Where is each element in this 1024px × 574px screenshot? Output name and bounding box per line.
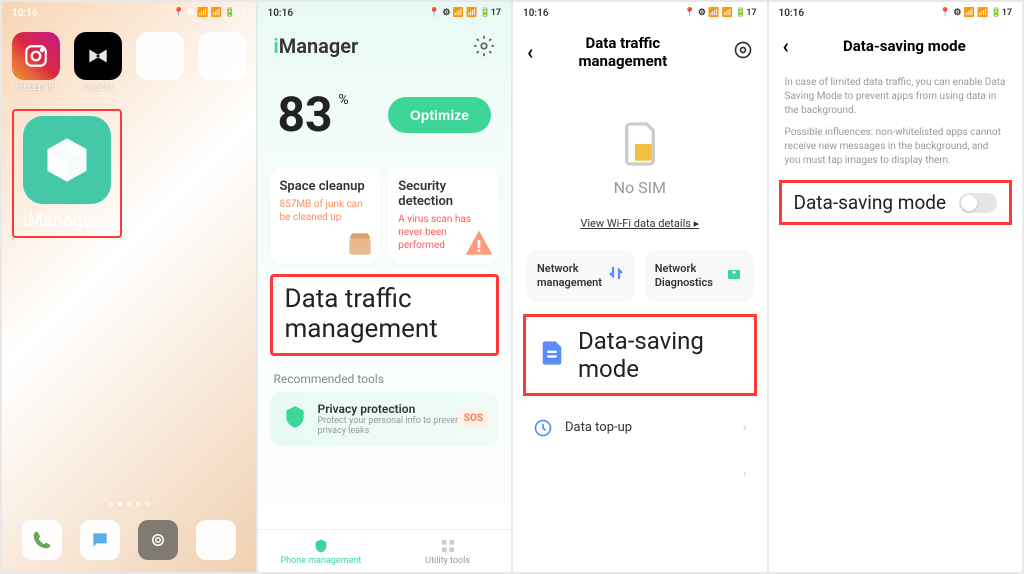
page-title: Data traffic management [545,34,720,70]
app-header: iManager [258,24,512,74]
info-text-2: Possible influences: non-whitelisted app… [769,126,1023,176]
back-icon[interactable]: ‹ [527,40,533,64]
space-cleanup-card[interactable]: Space cleanup 857MB of junk can be clean… [270,167,381,264]
status-indicators: 📍 ⚙ 📶 📶 🔋17 [429,8,501,18]
sos-badge: SOS [458,409,489,428]
card-sub: 857MB of junk can be cleaned up [280,198,371,224]
status-bar: 10:16 📍 ⚙ 📶 📶 🔋17 [258,2,512,24]
tab-utility-tools[interactable]: Utility tools [384,530,511,572]
app-blank-1[interactable] [136,32,184,93]
card-title: Security detection [398,179,489,209]
cards-row: Space cleanup 857MB of junk can be clean… [258,167,512,264]
status-indicators: 📍 ⚙ 📶 📶 🔋17 [684,8,756,18]
dock-messages[interactable] [80,520,120,560]
diagnostics-icon [725,264,743,282]
bottom-tabs: Phone management Utility tools [258,529,512,572]
toggle-label: Data-saving mode [794,191,947,214]
data-saving-toggle-highlight: Data-saving mode [779,180,1013,225]
network-management-card[interactable]: Network management [527,250,635,302]
capcut-label: CapCut [74,83,122,93]
capcut-icon [74,32,122,80]
page-header: ‹ Data traffic management [513,24,767,80]
status-indicators: 📍 ⚙ 📶 📶 🔋17 [173,8,245,18]
imanager-highlight: iManager [12,109,122,238]
data-saving-mode-screen: 10:16 📍 ⚙ 📶 📶 🔋17 ‹ Data-saving mode In … [769,2,1023,572]
data-topup-row[interactable]: Data top-up › [513,404,767,452]
instagram-icon [12,32,60,80]
data-traffic-screen: 10:16 📍 ⚙ 📶 📶 🔋17 ‹ Data traffic managem… [513,2,767,572]
blank-icon [136,32,184,80]
page-indicator [109,502,149,506]
data-traffic-highlight[interactable]: Data traffic management [270,274,500,356]
settings-icon[interactable] [733,40,753,64]
optimize-button[interactable]: Optimize [388,97,491,133]
home-screen: 10:16 📍 ⚙ 📶 📶 🔋17 Instagram CapCut iMana… [2,2,256,572]
status-time: 10:16 [268,8,294,19]
blank-row[interactable]: › [513,452,767,495]
network-diagnostics-card[interactable]: Network Diagnostics [645,250,753,302]
status-time: 10:16 [779,8,805,19]
sim-status: No SIM [513,80,767,209]
wifi-details-link[interactable]: View Wi-Fi data details ▸ [513,209,767,250]
app-capcut[interactable]: CapCut [74,32,122,93]
topup-icon [533,418,553,438]
imanager-icon [23,116,111,204]
app-imanager[interactable]: iManager [19,116,115,231]
back-icon[interactable]: ‹ [783,34,789,58]
app-title: iManager [274,34,359,58]
dock-phone[interactable] [22,520,62,560]
privacy-card[interactable]: Privacy protection Protect your personal… [270,392,500,446]
info-text-1: In case of limited data traffic, you can… [769,68,1023,126]
instagram-label: Instagram [12,83,60,93]
card-title: Space cleanup [280,179,371,194]
arrows-icon [607,264,625,282]
status-indicators: 📍 ⚙ 📶 📶 🔋17 [940,8,1012,18]
app-instagram[interactable]: Instagram [12,32,60,93]
blank-icon [198,32,246,80]
chevron-right-icon: › [743,420,747,435]
status-bar: 10:16 📍 ⚙ 📶 📶 🔋17 [513,2,767,24]
security-card[interactable]: Security detection A virus scan has neve… [388,167,499,264]
page-header: ‹ Data-saving mode [769,24,1023,68]
data-saving-mode-highlight[interactable]: Data-saving mode [523,314,757,396]
document-icon [538,339,566,371]
tab-phone-management[interactable]: Phone management [258,530,385,572]
imanager-label: iManager [19,210,115,231]
status-time: 10:16 [12,8,38,19]
alert-icon [463,228,495,260]
score-value: 83% [278,86,333,143]
grid-cards: Network management Network Diagnostics [513,250,767,302]
status-time: 10:16 [523,8,549,19]
page-title: Data-saving mode [801,37,1008,55]
status-bar: 10:16 📍 ⚙ 📶 📶 🔋17 [2,2,256,24]
recommended-title: Recommended tools [258,356,512,392]
sim-icon [620,120,660,168]
privacy-icon [282,404,308,434]
chevron-right-icon: › [743,466,747,481]
data-traffic-label: Data traffic management [285,285,485,345]
cleanup-icon [344,228,376,260]
data-topup-label: Data top-up [565,420,632,435]
status-bar: 10:16 📍 ⚙ 📶 📶 🔋17 [769,2,1023,24]
no-sim-label: No SIM [513,178,767,197]
dock-browser[interactable] [196,520,236,560]
score-row: 83% Optimize [258,74,512,167]
settings-icon[interactable] [473,35,495,57]
data-saving-mode-label: Data-saving mode [578,327,742,383]
app-blank-2[interactable] [198,32,246,93]
dock [22,520,236,560]
imanager-screen: 10:16 📍 ⚙ 📶 📶 🔋17 iManager 83% Optimize … [258,2,512,572]
dock-camera[interactable] [138,520,178,560]
home-icon-row: Instagram CapCut [2,24,256,101]
data-saving-toggle[interactable] [959,193,997,213]
